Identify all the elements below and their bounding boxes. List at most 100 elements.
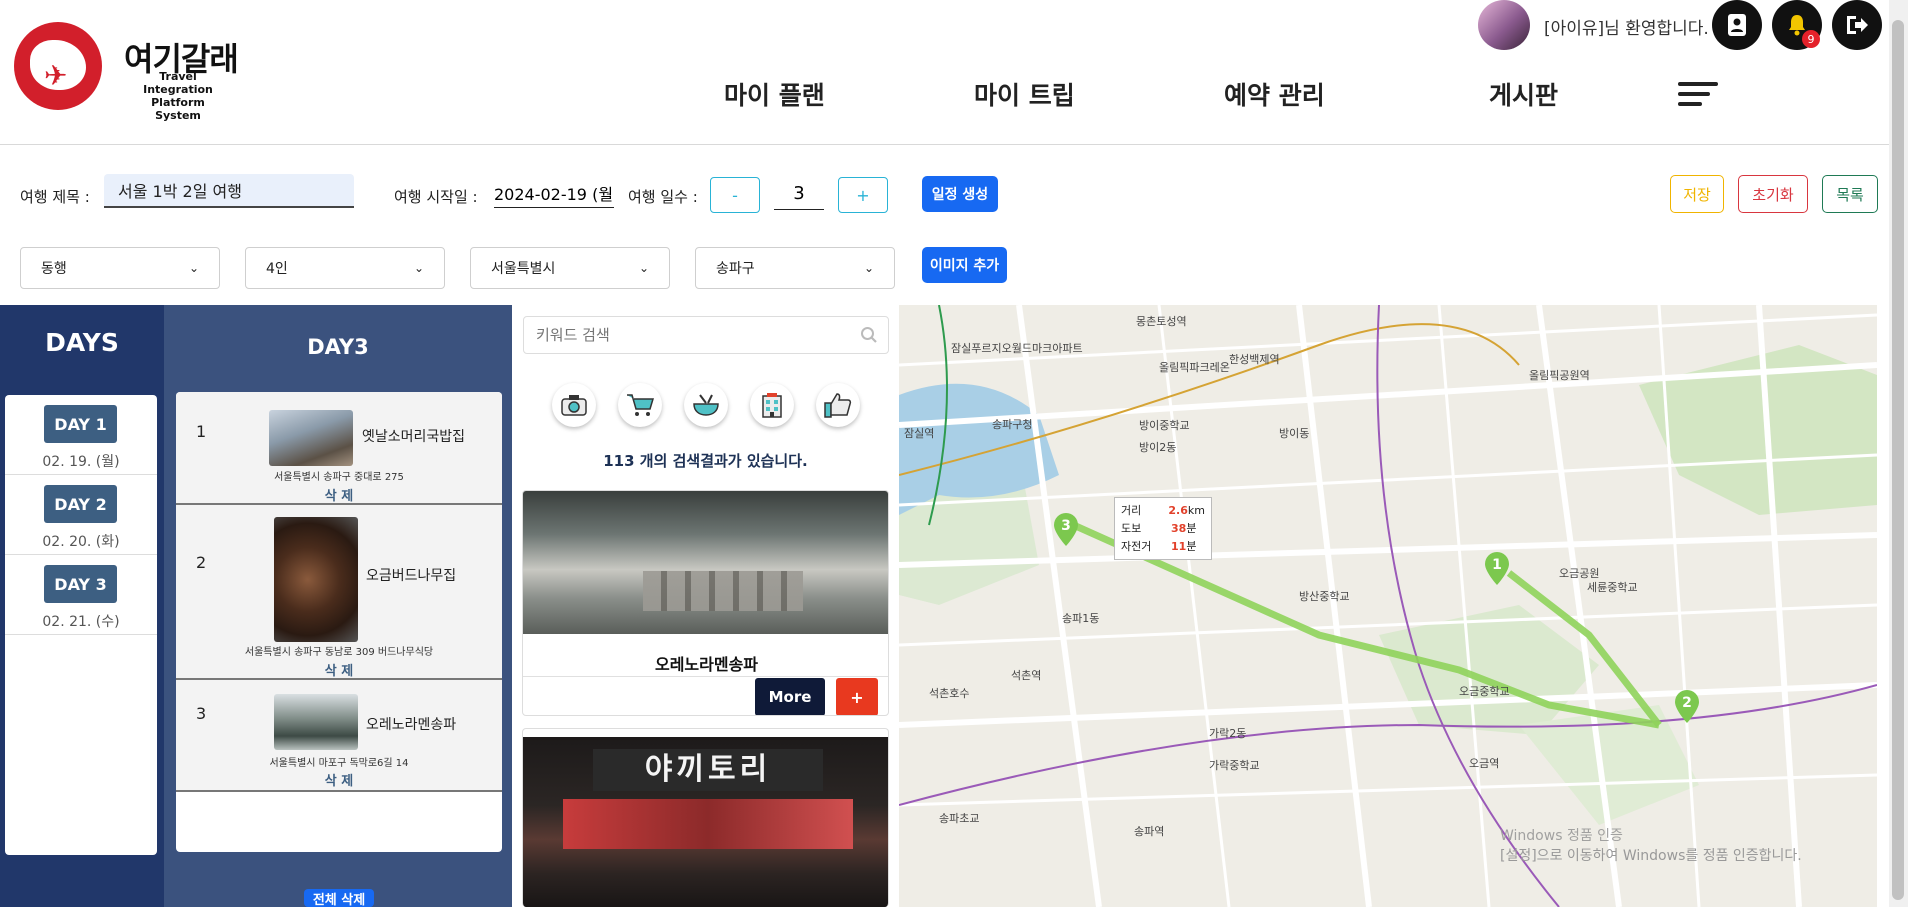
plan-item-number: 1 [196,422,207,441]
hotel-icon[interactable] [750,383,794,427]
trip-days-label: 여행 일수 : [628,188,698,206]
day-item: DAY 3 02. 21. (수) [5,555,157,635]
plan-item-delete-button[interactable]: 삭 제 [176,660,502,679]
days-plus-button[interactable]: + [838,177,888,213]
logout-button[interactable] [1832,0,1882,50]
nav-my-trip[interactable]: 마이 트립 [974,76,1075,112]
user-avatar[interactable] [1478,0,1530,50]
windows-watermark-sub: [설정]으로 이동하여 Windows를 정품 인증합니다. [1500,848,1802,864]
search-result-card[interactable]: 오레노라멘송파 More + [522,490,889,716]
district-select[interactable]: 송파구 ⌄ [695,247,895,289]
plan-item-name: 오레노라멘송파 [366,717,457,733]
add-image-button[interactable]: 이미지 추가 [922,247,1007,283]
companion-select[interactable]: 동행 ⌄ [20,247,220,289]
map-label: 가락중학교 [1209,759,1260,772]
day-date: 02. 19. (월) [42,454,120,470]
route-marker-1[interactable]: 1 [1483,552,1511,586]
plan-item[interactable]: 3 오레노라멘송파 서울특별시 마포구 독막로6길 14 삭 제 [176,680,502,792]
day-date: 02. 21. (수) [42,614,120,630]
map-label: 송파초교 [939,812,980,825]
profile-card-icon [1728,14,1746,36]
route-marker-3[interactable]: 3 [1052,513,1080,547]
plan-item-image [274,517,358,642]
search-result-image [523,491,888,634]
map-view[interactable]: 잠실푸르지오월드마크아파트 몽촌토성역 한성백제역 올림픽공원역 방이동 방이중… [899,305,1877,907]
day-3-button[interactable]: DAY 3 [44,565,117,603]
trip-days-input[interactable] [774,178,824,210]
plan-item-name: 옛날소머리국밥집 [362,429,466,445]
more-button[interactable]: More [755,678,825,715]
map-label: 오금중학교 [1459,685,1510,698]
plan-item-address: 서울특별시 송파구 동남로 309 버드나무식당 [244,647,434,658]
map-label: 송파1동 [1062,612,1100,625]
day-item: DAY 1 02. 19. (월) [5,395,157,475]
plan-item-name: 오금버드나무집 [366,568,457,584]
plan-item-address: 서울특별시 송파구 중대로 275 [274,472,404,483]
plan-item-delete-button[interactable]: 삭 제 [176,485,502,504]
nav-my-plan[interactable]: 마이 플랜 [724,76,825,112]
route-distance-tooltip: 거리 2.6 km 도보 38 분 자전거 11 분 [1114,497,1212,560]
nav-reservation[interactable]: 예약 관리 [1224,76,1325,112]
map-label: 송파역 [1134,825,1165,838]
save-button[interactable]: 저장 [1670,175,1724,213]
search-result-count: 113 개의 검색결과가 있습니다. [603,452,808,470]
people-select[interactable]: 4인 ⌄ [245,247,445,289]
food-icon[interactable] [684,383,728,427]
notification-badge: 9 [1802,30,1820,48]
plan-item-delete-button[interactable]: 삭 제 [176,770,502,789]
map-base [899,305,1877,907]
thumbs-up-icon[interactable] [816,383,860,427]
map-label: 가락2동 [1209,727,1247,740]
city-select[interactable]: 서울특별시 ⌄ [470,247,670,289]
page-scrollbar-thumb[interactable] [1892,20,1904,900]
svg-text:2: 2 [1682,695,1692,711]
map-label: 송파구청 [992,418,1033,431]
chevron-down-icon: ⌄ [188,261,199,275]
route-marker-2[interactable]: 2 [1673,690,1701,724]
delete-all-button[interactable]: 전체 삭제 [304,889,374,908]
days-minus-button[interactable]: - [710,177,760,213]
days-header: DAYS [45,328,119,357]
trip-title-label: 여행 제목 : [20,188,90,206]
keyword-search-input[interactable] [523,316,889,354]
trip-start-date-input[interactable] [494,178,614,208]
trip-start-label: 여행 시작일 : [394,188,478,206]
search-icon[interactable] [860,326,878,344]
reset-button[interactable]: 초기화 [1738,175,1808,213]
brand-subtitle: Travel Integration Platform System [143,70,213,122]
svg-text:3: 3 [1061,518,1071,534]
map-label: 올림픽공원역 [1529,369,1590,382]
day-1-button[interactable]: DAY 1 [44,405,117,443]
svg-text:1: 1 [1492,557,1502,573]
logout-icon [1847,16,1868,34]
map-label: 방이2동 [1139,441,1177,454]
map-label: 방산중학교 [1299,590,1350,603]
map-label: 세륜중학교 [1587,581,1638,594]
chevron-down-icon: ⌄ [638,261,649,275]
nav-board[interactable]: 게시판 [1489,76,1558,112]
list-button[interactable]: 목록 [1822,175,1878,213]
add-to-plan-button[interactable]: + [836,678,878,715]
plan-item-number: 2 [196,553,207,572]
chevron-down-icon: ⌄ [863,261,874,275]
chevron-down-icon: ⌄ [413,261,424,275]
brand-logo-icon[interactable]: ✈ [14,22,102,110]
cart-icon[interactable] [618,383,662,427]
trip-title-input[interactable] [104,174,354,208]
header: ✈ 여기갈래 Travel Integration Platform Syste… [0,0,1908,145]
day-2-button[interactable]: DAY 2 [44,485,117,523]
hamburger-menu-icon[interactable] [1678,82,1718,108]
plan-item[interactable]: 2 오금버드나무집 서울특별시 송파구 동남로 309 버드나무식당 삭 제 [176,505,502,680]
map-label: 잠실역 [904,427,935,440]
search-result-name: 오레노라멘송파 [654,655,759,674]
plan-item[interactable]: 1 옛날소머리국밥집 서울특별시 송파구 중대로 275 삭 제 [176,392,502,505]
map-label: 한성백제역 [1229,353,1280,366]
search-result-card[interactable]: 야끼토리 [522,728,889,907]
search-result-image: 야끼토리 [523,737,888,907]
camera-icon[interactable] [552,383,596,427]
profile-button[interactable] [1712,0,1762,50]
windows-watermark: Windows 정품 인증 [1500,828,1623,844]
map-label: 몽촌토성역 [1136,315,1187,328]
notification-button[interactable]: 9 [1772,0,1822,50]
create-schedule-button[interactable]: 일정 생성 [922,176,998,212]
